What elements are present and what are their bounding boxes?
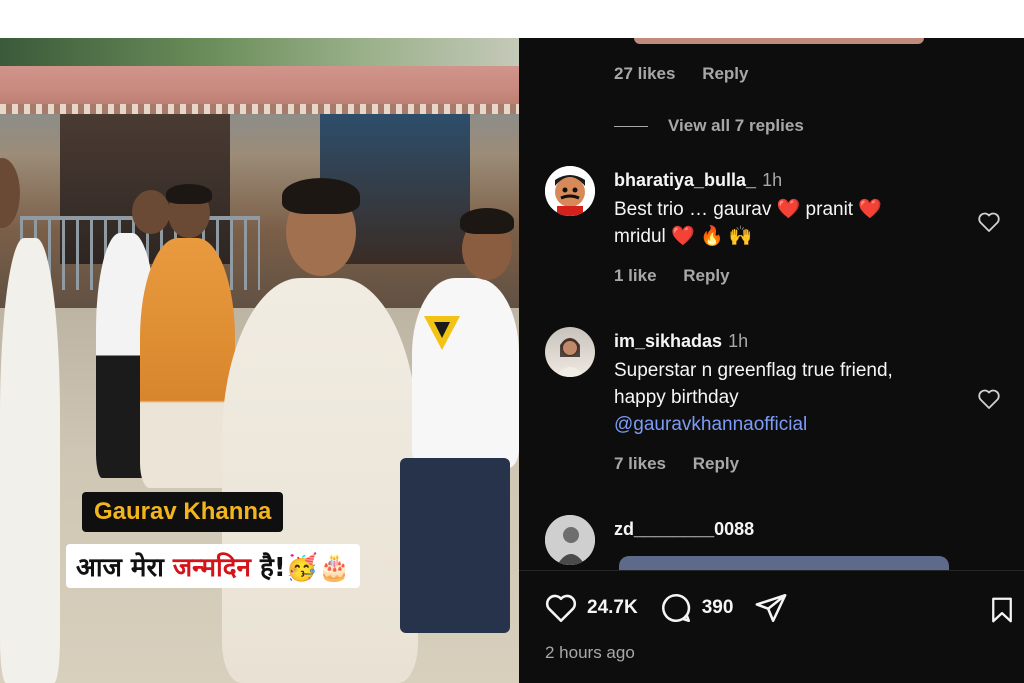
- heart-icon[interactable]: [543, 591, 579, 625]
- video-player[interactable]: Gaurav Khanna आज मेरा जन्मदिन है!🥳🎂: [0, 38, 519, 683]
- person-head: [0, 158, 20, 228]
- comment-text: Best trio … gaurav ❤️ pranit ❤️ mridul ❤…: [614, 196, 944, 250]
- divider: [519, 570, 1024, 571]
- media-thumbnail: [619, 556, 949, 570]
- view-replies-label: View all 7 replies: [668, 116, 804, 135]
- comment-time: 1h: [728, 331, 749, 351]
- post-frame: Gaurav Khanna आज मेरा जन्मदिन है!🥳🎂 27 l…: [0, 38, 1024, 683]
- share-icon[interactable]: [753, 591, 789, 625]
- person-hair: [460, 208, 514, 234]
- person-hair: [282, 178, 360, 214]
- reply-button[interactable]: Reply: [693, 454, 739, 473]
- comment-username[interactable]: bharatiya_bulla_ 1h: [614, 170, 782, 191]
- view-replies-button[interactable]: View all 7 replies: [614, 116, 804, 136]
- username-text: im_sikhadas: [614, 331, 723, 351]
- comment-line: happy birthday: [614, 387, 739, 408]
- media-thumbnail: [634, 38, 924, 44]
- bookmark-icon[interactable]: [987, 593, 1017, 627]
- comment-line: Superstar n greenflag true friend,: [614, 360, 893, 381]
- comments-panel: 27 likes Reply View all 7 replies bharat…: [519, 38, 1024, 683]
- person-white-shirt: [412, 278, 519, 468]
- divider-line: [614, 125, 648, 127]
- username-text: bharatiya_bulla_: [614, 170, 757, 190]
- avatar[interactable]: [545, 515, 595, 565]
- avatar[interactable]: [545, 166, 595, 216]
- caption-tag: आज मेरा जन्मदिन है!🥳🎂: [66, 544, 361, 588]
- comment-line: mridul ❤️ 🔥 🙌: [614, 226, 753, 247]
- mention-link[interactable]: @gauravkhannaofficial: [614, 411, 944, 438]
- trees-backdrop: [0, 38, 519, 66]
- comment-count[interactable]: 390: [702, 597, 734, 619]
- post-actions: 24.7K 390: [543, 591, 789, 625]
- likes-count[interactable]: 27 likes: [614, 64, 675, 83]
- caption-suffix: है!: [250, 553, 286, 583]
- caption-prefix: आज मेरा: [76, 553, 173, 583]
- reply-button[interactable]: Reply: [683, 266, 729, 285]
- likes-count[interactable]: 7 likes: [614, 454, 666, 473]
- avatar[interactable]: [545, 327, 595, 377]
- person-edge: [0, 238, 60, 683]
- comment-icon[interactable]: [658, 591, 694, 625]
- likes-count[interactable]: 1 like: [614, 266, 657, 285]
- person-hair: [166, 184, 212, 204]
- channel-logo-icon: [424, 316, 460, 350]
- reply-button[interactable]: Reply: [702, 64, 748, 83]
- person-head: [132, 190, 170, 234]
- comment-username[interactable]: im_sikhadas 1h: [614, 331, 748, 352]
- person-jeans: [400, 458, 510, 633]
- post-timestamp: 2 hours ago: [545, 643, 635, 662]
- name-tag: Gaurav Khanna: [82, 492, 284, 532]
- cartoon-avatar-icon: [545, 166, 595, 216]
- caption-emojis: 🥳🎂: [285, 553, 351, 583]
- canopy-fringe: [0, 104, 519, 114]
- comment-text: Superstar n greenflag true friend, happy…: [614, 357, 944, 438]
- profile-photo-icon: [555, 338, 585, 377]
- like-comment-heart-icon[interactable]: [977, 210, 1001, 234]
- person-center-kurta: [222, 278, 418, 683]
- like-comment-heart-icon[interactable]: [977, 387, 1001, 411]
- comment-meta: 1 like Reply: [614, 266, 752, 286]
- comment-meta: 7 likes Reply: [614, 454, 761, 474]
- previous-comment-meta: 27 likes Reply: [614, 64, 770, 84]
- comment-line: Best trio … gaurav ❤️ pranit ❤️: [614, 199, 883, 220]
- person-orange-kurta: [140, 238, 235, 488]
- caption-highlight: जन्मदिन: [172, 553, 251, 583]
- like-count[interactable]: 24.7K: [587, 597, 638, 619]
- comment-time: 1h: [762, 170, 783, 190]
- username-text: zd________0088: [614, 519, 755, 539]
- profile-photo-icon: [545, 515, 595, 565]
- comment-username[interactable]: zd________0088: [614, 519, 754, 540]
